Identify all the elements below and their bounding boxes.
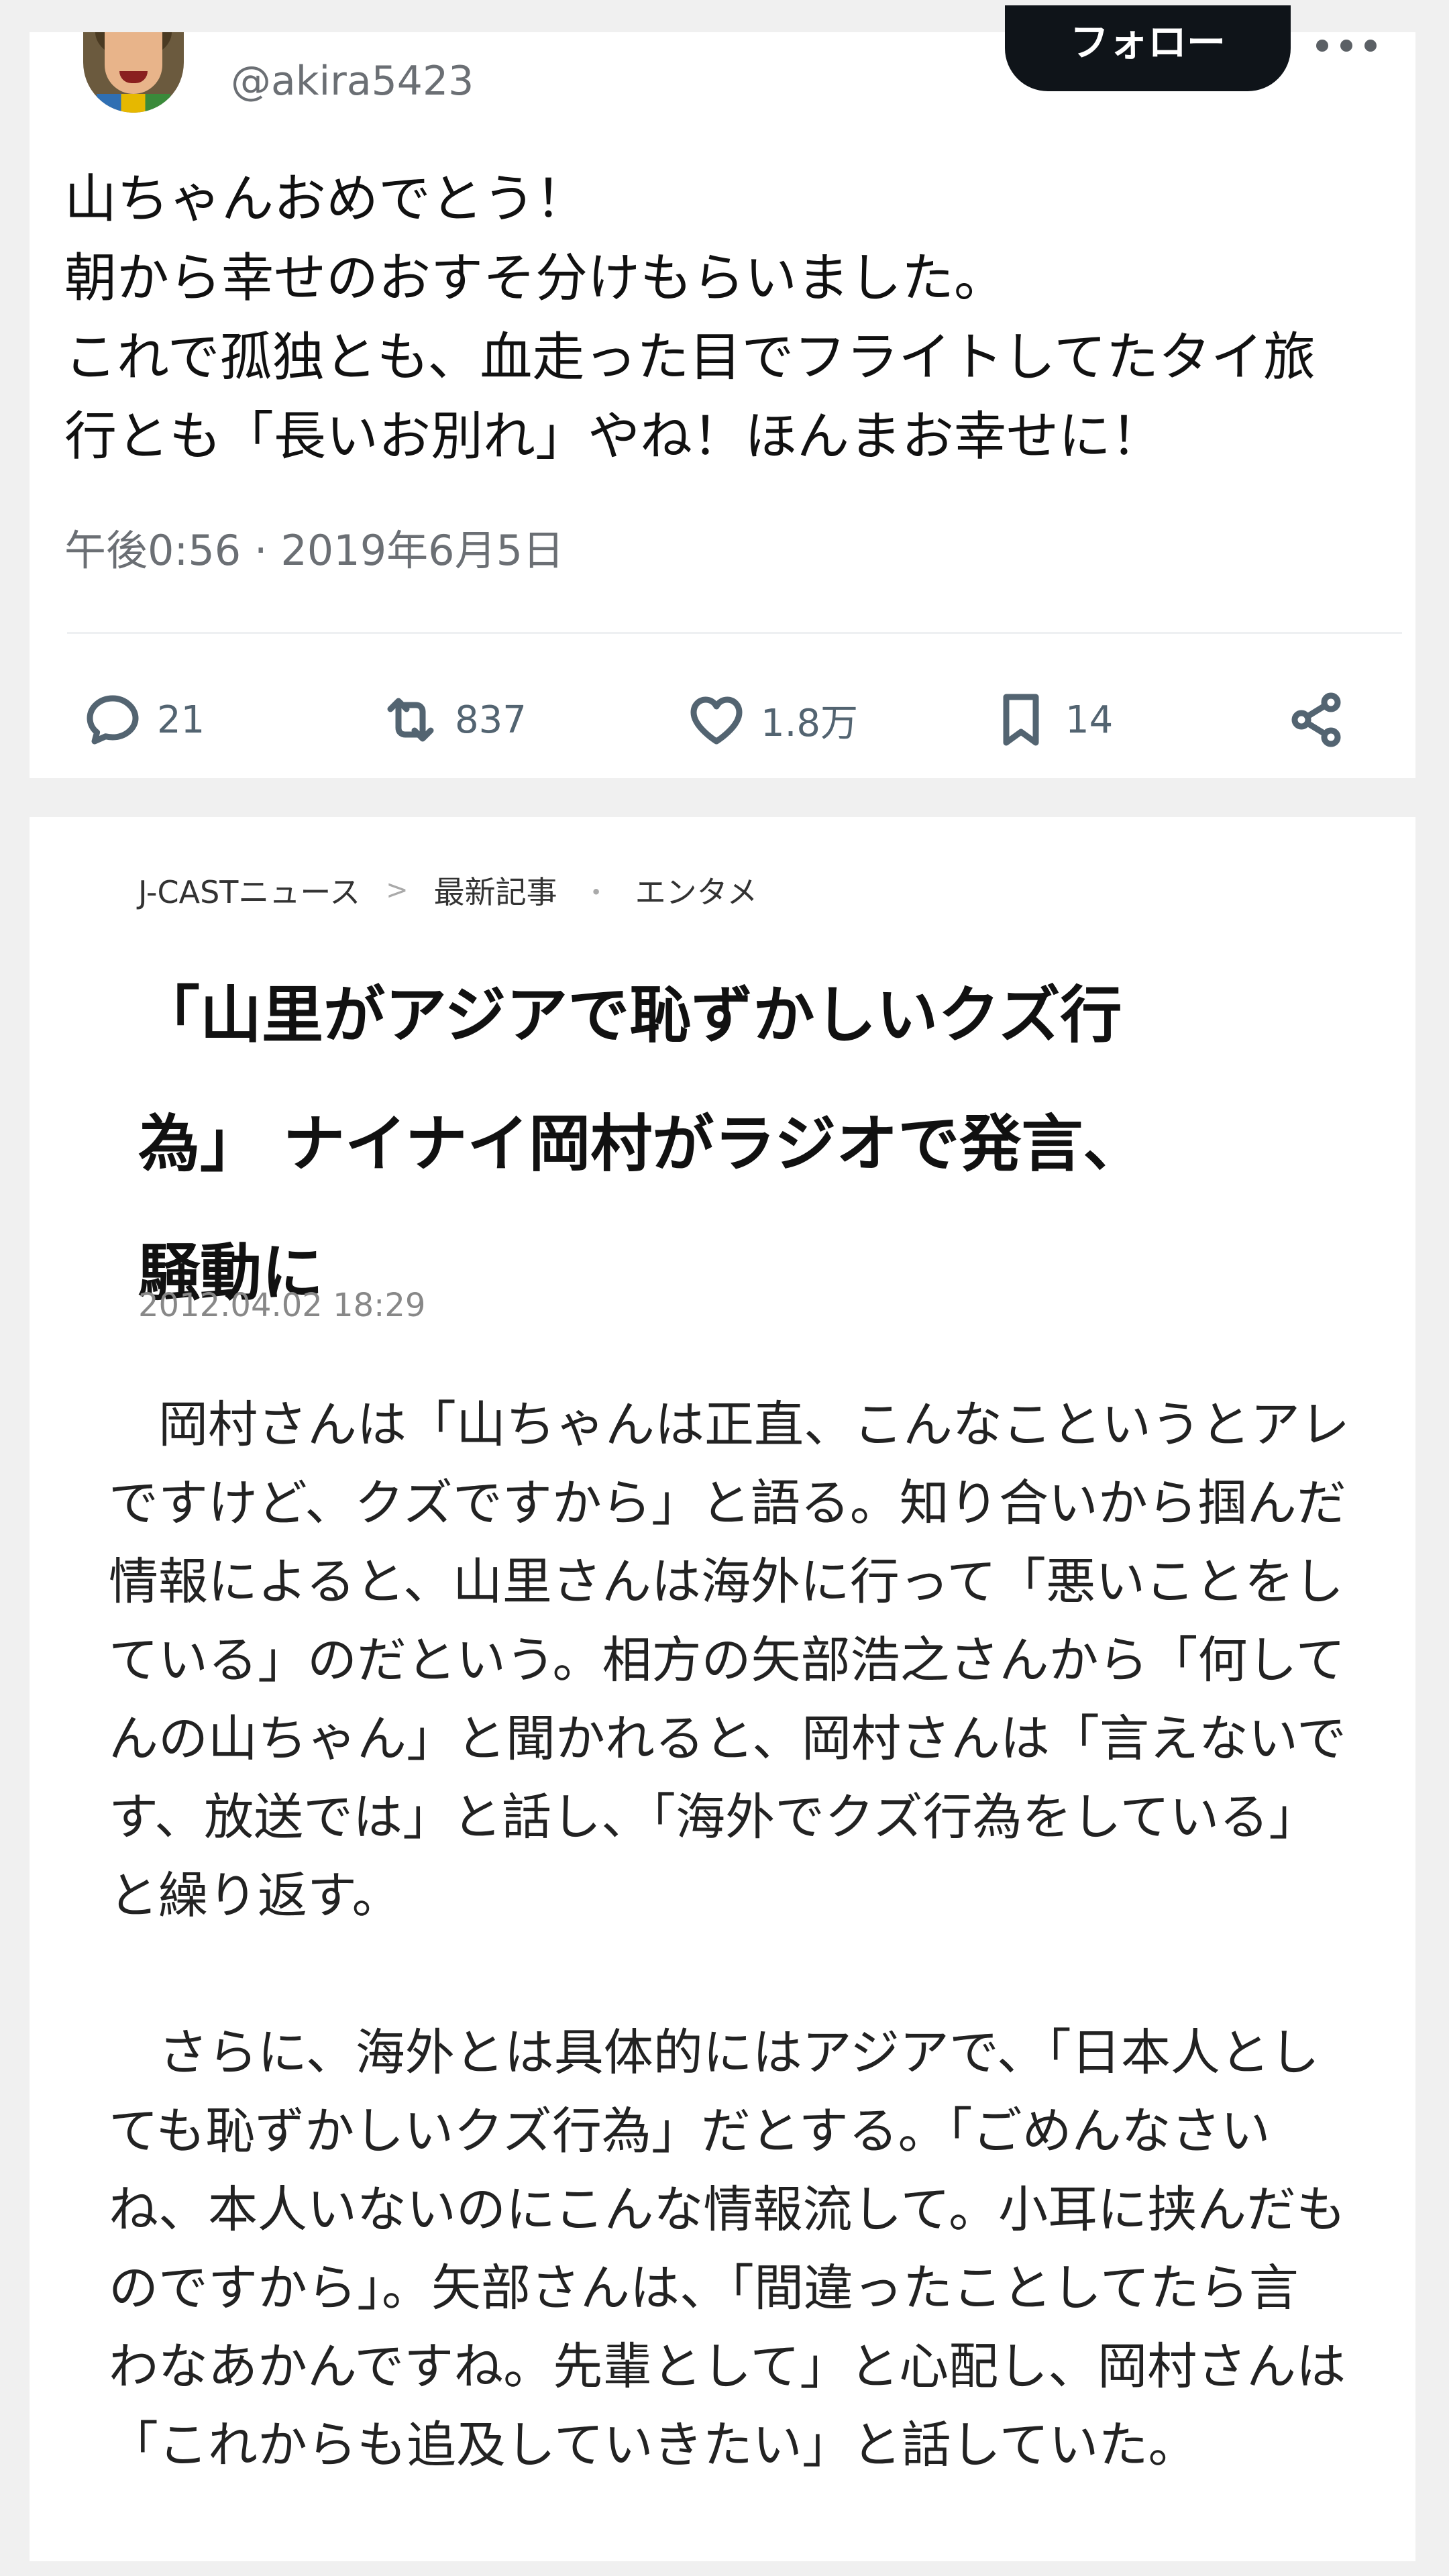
retweet-icon <box>387 698 434 742</box>
retweet-button[interactable]: 837 <box>378 676 527 763</box>
article-date: 2012.04.02 18:29 <box>138 1287 426 1324</box>
article-line: ても恥ずかしいクズ行為」だとする。「ごめんなさい <box>109 2102 1271 2160</box>
tweet-text-line: 行とも「長いお別れ」やね！ほんまお幸せに！ <box>64 407 1164 467</box>
article-line: んの山ちゃん」と聞かれると、岡村さんは「言えないで <box>109 1710 1346 1768</box>
like-count: 1.8万 <box>761 701 859 745</box>
breadcrumb: J-CASTニュース > 最新記事 ・ エンタメ <box>138 868 757 912</box>
article-line: 「これからも追及していきたい」と話していた。 <box>109 2416 1198 2474</box>
article-paragraph: 岡村さんは「山ちゃんは正直、こんなこというとアレ ですけど、クズですから」と語る… <box>109 1386 1356 1935</box>
like-button[interactable]: 1.8万 <box>684 676 858 763</box>
article-line: 情報によると、山里さんは海外に行って「悪いことをし <box>109 1553 1344 1611</box>
avatar[interactable] <box>83 32 184 113</box>
breadcrumb-item-latest[interactable]: 最新記事 <box>434 868 557 912</box>
tweet-text: 山ちゃんおめでとう！ 朝から幸せのおすそ分けもらいました。 これで孤独とも、血走… <box>64 160 1406 476</box>
tweet-text-line: 山ちゃんおめでとう！ <box>64 169 588 229</box>
bookmark-icon <box>1003 694 1039 746</box>
share-icon <box>1291 692 1341 747</box>
tweet-timestamp[interactable]: 午後0:56 · 2019年6月5日 <box>64 517 564 577</box>
reply-icon <box>87 695 139 745</box>
breadcrumb-separator: ・ <box>582 877 610 908</box>
article-line: のですから」。矢部さんは、「間違ったことしてたら言 <box>109 2259 1299 2317</box>
article-line: ですけど、クズですから」と語る。知り合いから掴んだ <box>109 1474 1346 1532</box>
breadcrumb-item-category[interactable]: エンタメ <box>635 868 758 912</box>
breadcrumb-item-home[interactable]: J-CASTニュース <box>138 868 360 912</box>
user-handle[interactable]: @akira5423 <box>231 58 474 105</box>
divider <box>67 632 1402 634</box>
article-body: 岡村さんは「山ちゃんは正直、こんなこというとアレ ですけど、クズですから」と語る… <box>109 1386 1356 2485</box>
article-card: J-CASTニュース > 最新記事 ・ エンタメ 「山里がアジアで恥ずかしいクズ… <box>30 817 1415 2561</box>
bookmark-button[interactable]: 14 <box>989 676 1113 763</box>
share-button[interactable] <box>1284 676 1348 763</box>
tweet-text-line: 朝から幸せのおすそ分けもらいました。 <box>64 248 1007 309</box>
more-options-icon[interactable] <box>1316 32 1377 59</box>
follow-button[interactable]: フォロー <box>1005 5 1291 91</box>
article-line: わなあかんですね。先輩として」と心配し、岡村さんは <box>109 2338 1346 2396</box>
article-title-line: 為」 ナイナイ岡村がラジオで発言、 <box>138 1108 1145 1180</box>
article-line: と繰り返す。 <box>109 1867 402 1925</box>
article-line: ね、本人いないのにこんな情報流して。小耳に挟んだも <box>109 2181 1346 2239</box>
article-line: 岡村さんは「山ちゃんは正直、こんなこというとアレ <box>109 1396 1350 1454</box>
article-title: 「山里がアジアで恥ずかしいクズ行 為」 ナイナイ岡村がラジオで発言、 騒動に <box>138 951 1319 1338</box>
article-line: ている」のだという。相方の矢部浩之さんから「何して <box>109 1631 1346 1689</box>
retweet-count: 837 <box>455 698 527 742</box>
reply-button[interactable]: 21 <box>80 676 205 763</box>
breadcrumb-separator: > <box>386 875 409 906</box>
article-paragraph: さらに、海外とは具体的にはアジアで、「日本人とし ても恥ずかしいクズ行為」だとす… <box>109 2014 1356 2485</box>
tweet-card: @akira5423 フォロー 山ちゃんおめでとう！ 朝から幸せのおすそ分けもら… <box>30 5 1415 778</box>
bookmark-count: 14 <box>1065 698 1114 742</box>
article-line: す、放送では」と話し、「海外でクズ行為をしている」 <box>109 1788 1319 1846</box>
tweet-actions: 21 837 1.8万 14 <box>30 676 1415 763</box>
heart-icon <box>690 696 743 745</box>
article-line: さらに、海外とは具体的にはアジアで、「日本人とし <box>109 2024 1320 2082</box>
article-title-line: 「山里がアジアで恥ずかしいクズ行 <box>138 979 1122 1051</box>
screenshot-page: @akira5423 フォロー 山ちゃんおめでとう！ 朝から幸せのおすそ分けもら… <box>0 0 1449 2576</box>
tweet-text-line: これで孤独とも、血走った目でフライトしてたタイ旅 <box>64 327 1316 388</box>
reply-count: 21 <box>157 698 205 742</box>
